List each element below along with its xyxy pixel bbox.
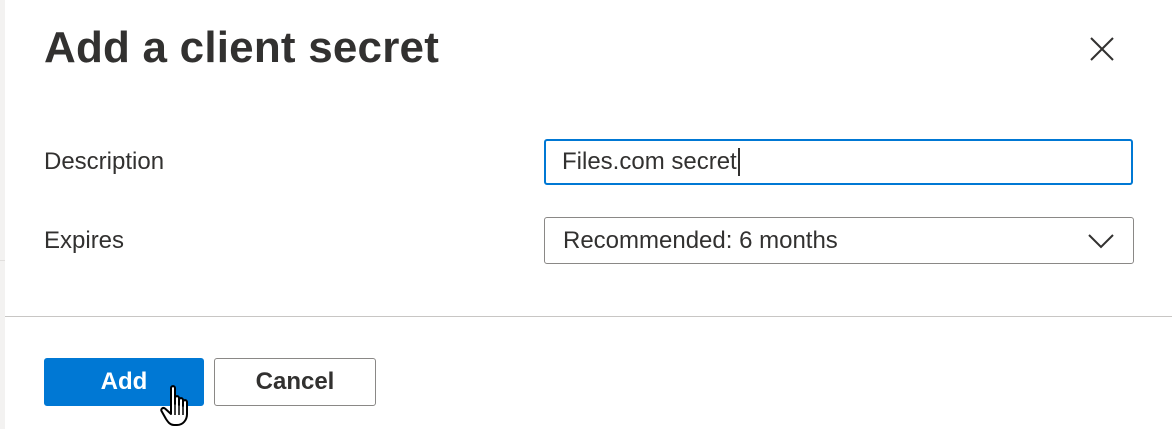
description-label: Description — [44, 148, 165, 175]
close-icon — [1090, 37, 1114, 61]
add-client-secret-panel: Add a client secret Description Files.co… — [0, 0, 1172, 429]
footer-divider — [5, 316, 1172, 317]
description-input-value: Files.com secret — [562, 148, 737, 175]
close-button[interactable] — [1080, 27, 1124, 71]
panel-left-edge — [0, 0, 5, 429]
panel-left-edge-divider — [0, 260, 5, 261]
expires-select[interactable]: Recommended: 6 months — [544, 217, 1134, 264]
expires-select-value: Recommended: 6 months — [563, 226, 838, 254]
cancel-button[interactable]: Cancel — [214, 358, 376, 406]
chevron-down-icon — [1088, 233, 1114, 248]
text-caret — [737, 148, 740, 176]
hand-pointer-icon — [160, 385, 188, 426]
expires-label: Expires — [44, 227, 125, 254]
page-title: Add a client secret — [44, 23, 440, 72]
description-input[interactable]: Files.com secret — [544, 139, 1133, 185]
